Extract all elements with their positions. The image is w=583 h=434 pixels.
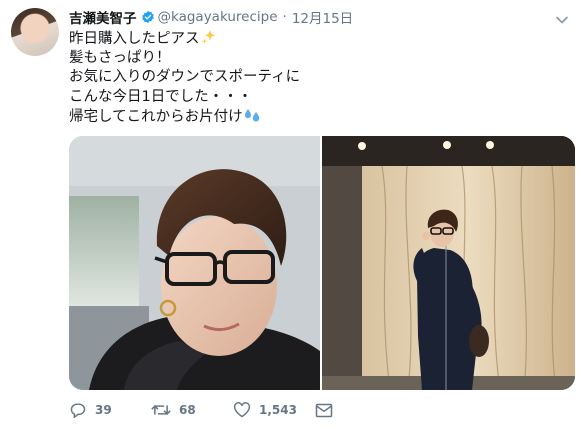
retweet-count: 68	[179, 403, 196, 417]
tweet-line: 髪もさっぱり！	[69, 49, 171, 66]
envelope-icon	[315, 403, 333, 417]
tweet-line: こんな今日1日でした・・・	[69, 88, 253, 105]
avatar[interactable]	[11, 8, 59, 56]
reply-count: 39	[95, 403, 112, 417]
reply-icon	[70, 403, 86, 418]
retweet-action[interactable]: 68	[151, 402, 233, 418]
chevron-down-icon[interactable]	[555, 10, 569, 24]
tweet-media[interactable]	[69, 136, 575, 390]
verified-badge-icon	[141, 10, 155, 24]
separator-dot: ·	[282, 9, 287, 25]
selfie-photo[interactable]	[69, 136, 320, 390]
tweet-text: 昨日購入したピアス 髪もさっぱり！ お気に入りのダウンでスポーティに こんな今日…	[69, 29, 300, 127]
tweet-line: お気に入りのダウンでスポーティに	[69, 69, 301, 86]
retweet-icon	[151, 405, 171, 415]
tweet-header: 吉瀬美智子 @kagayakurecipe · 12月15日	[69, 7, 353, 27]
reply-action[interactable]: 39	[69, 402, 151, 418]
direct-message-action[interactable]	[315, 403, 341, 418]
tweet-line: 昨日購入したピアス	[69, 29, 300, 49]
author-handle[interactable]: @kagayakurecipe	[158, 9, 278, 25]
elevator-full-body-photo[interactable]	[322, 136, 575, 390]
tweet-date[interactable]: 12月15日	[292, 7, 353, 27]
tweet-line: 帰宅してこれからお片付け	[69, 107, 300, 127]
sweat-droplets-icon	[244, 107, 262, 130]
sparkles-icon	[201, 29, 217, 52]
author-name[interactable]: 吉瀬美智子	[69, 7, 137, 27]
heart-icon	[233, 402, 251, 418]
like-count: 1,543	[259, 403, 297, 417]
tweet-actions: 39 68 1,543	[69, 400, 341, 420]
like-action[interactable]: 1,543	[233, 402, 315, 418]
